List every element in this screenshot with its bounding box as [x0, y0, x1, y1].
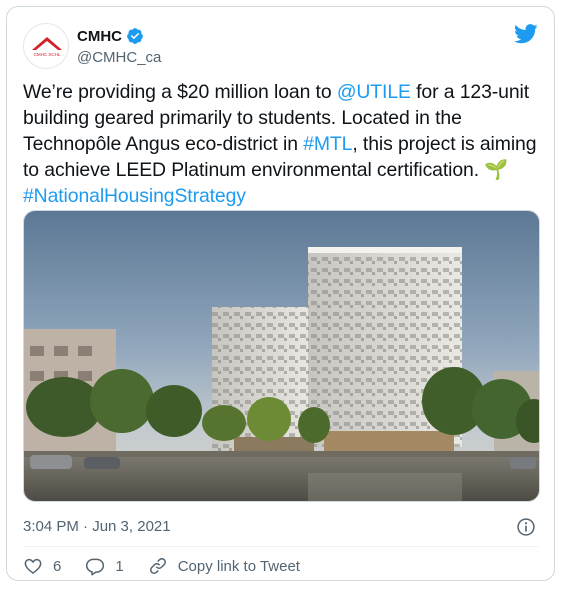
- info-icon[interactable]: [516, 517, 536, 537]
- like-count: 6: [53, 557, 62, 575]
- reply-bubble-icon: [86, 558, 105, 576]
- tweet-header: CMHC SCHL CMHC @CMHC_ca: [23, 21, 538, 69]
- tweet-actions: 6 1 Copy link to Tweet: [23, 551, 300, 581]
- tweet-card[interactable]: CMHC SCHL CMHC @CMHC_ca We’re providing …: [6, 6, 555, 581]
- actions-divider: [23, 546, 538, 547]
- author-handle[interactable]: @CMHC_ca: [77, 49, 161, 66]
- tweet-timestamp[interactable]: 3:04 PM · Jun 3, 2021: [23, 518, 171, 535]
- tweet-text-part-1: We’re providing a $20 million loan to: [23, 81, 337, 103]
- author-name[interactable]: CMHC: [77, 28, 122, 45]
- like-button[interactable]: 6: [23, 556, 61, 576]
- heart-icon: [24, 558, 42, 574]
- verified-badge-icon: [127, 28, 143, 44]
- avatar[interactable]: CMHC SCHL: [23, 23, 69, 69]
- reply-count: 1: [115, 557, 124, 575]
- avatar-logo-text: CMHC SCHL: [34, 52, 61, 57]
- copy-link-button[interactable]: Copy link to Tweet: [148, 556, 300, 576]
- tweet-media-image[interactable]: [23, 210, 540, 502]
- link-icon: [149, 558, 166, 574]
- building-rendering-image: [24, 211, 539, 501]
- reply-button[interactable]: 1: [85, 556, 124, 576]
- twitter-bird-icon[interactable]: [514, 23, 538, 45]
- hashtag-nationalhousingstrategy-link[interactable]: #NationalHousingStrategy: [23, 185, 246, 207]
- seedling-emoji: 🌱: [484, 159, 509, 181]
- copy-link-label: Copy link to Tweet: [177, 557, 300, 575]
- author-display-name[interactable]: CMHC: [77, 27, 161, 45]
- tweet-meta: 3:04 PM · Jun 3, 2021: [23, 517, 538, 541]
- author-block: CMHC @CMHC_ca: [77, 27, 161, 67]
- tweet-text: We’re providing a $20 million loan to @U…: [23, 79, 543, 209]
- mention-utile-link[interactable]: @UTILE: [337, 81, 411, 103]
- hashtag-mtl-link[interactable]: #MTL: [303, 133, 352, 155]
